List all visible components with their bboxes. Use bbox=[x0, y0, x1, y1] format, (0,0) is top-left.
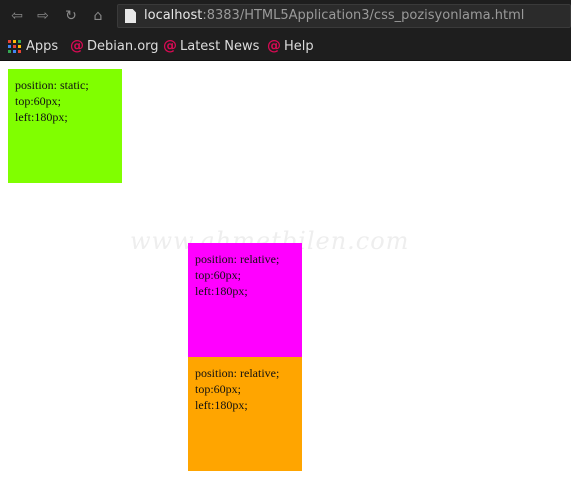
apps-grid-icon bbox=[8, 39, 21, 53]
box-line: left:180px; bbox=[15, 110, 68, 124]
bookmark-label: Debian.org bbox=[87, 38, 159, 54]
back-arrow-icon[interactable]: ⇦ bbox=[7, 6, 27, 26]
bookmark-label: Latest News bbox=[180, 38, 260, 54]
bookmarks-bar: Apps @ Debian.org @ Latest News @ Help bbox=[0, 32, 571, 61]
box-line: top:60px; bbox=[195, 382, 242, 396]
relative-box-magenta: position: relative; top:60px; left:180px… bbox=[188, 243, 302, 357]
bookmark-debian-org[interactable]: @ Debian.org bbox=[70, 37, 159, 55]
debian-swirl-icon: @ bbox=[267, 38, 281, 54]
box-line: position: static; bbox=[15, 78, 89, 92]
bookmark-label: Apps bbox=[26, 38, 59, 54]
page-content: www.ahmetbilen.com position: static; top… bbox=[0, 61, 571, 502]
browser-toolbar: ⇦ ⇨ ↻ ⌂ localhost:8383/HTML5Application3… bbox=[0, 0, 571, 32]
bookmark-latest-news[interactable]: @ Latest News bbox=[163, 37, 259, 55]
box-line: left:180px; bbox=[195, 398, 248, 412]
box-line: left:180px; bbox=[195, 284, 248, 298]
page-icon bbox=[125, 9, 136, 23]
reload-icon[interactable]: ↻ bbox=[61, 6, 81, 26]
debian-swirl-icon: @ bbox=[163, 38, 177, 54]
address-bar[interactable]: localhost:8383/HTML5Application3/css_poz… bbox=[117, 4, 571, 28]
relative-box-orange: position: relative; top:60px; left:180px… bbox=[188, 357, 302, 471]
bookmark-help[interactable]: @ Help bbox=[267, 37, 314, 55]
url-host: localhost bbox=[144, 8, 203, 23]
static-box: position: static; top:60px; left:180px; bbox=[8, 69, 122, 183]
box-line: top:60px; bbox=[195, 268, 242, 282]
forward-arrow-icon[interactable]: ⇨ bbox=[33, 6, 53, 26]
url-text: localhost:8383/HTML5Application3/css_poz… bbox=[144, 8, 524, 23]
bookmark-label: Help bbox=[284, 38, 314, 54]
box-line: position: relative; bbox=[195, 366, 280, 380]
debian-swirl-icon: @ bbox=[70, 38, 84, 54]
url-path: :8383/HTML5Application3/css_pozisyonlama… bbox=[202, 8, 525, 23]
box-line: top:60px; bbox=[15, 94, 62, 108]
bookmark-apps[interactable]: Apps bbox=[8, 37, 58, 55]
home-icon[interactable]: ⌂ bbox=[88, 6, 108, 26]
box-line: position: relative; bbox=[195, 252, 280, 266]
